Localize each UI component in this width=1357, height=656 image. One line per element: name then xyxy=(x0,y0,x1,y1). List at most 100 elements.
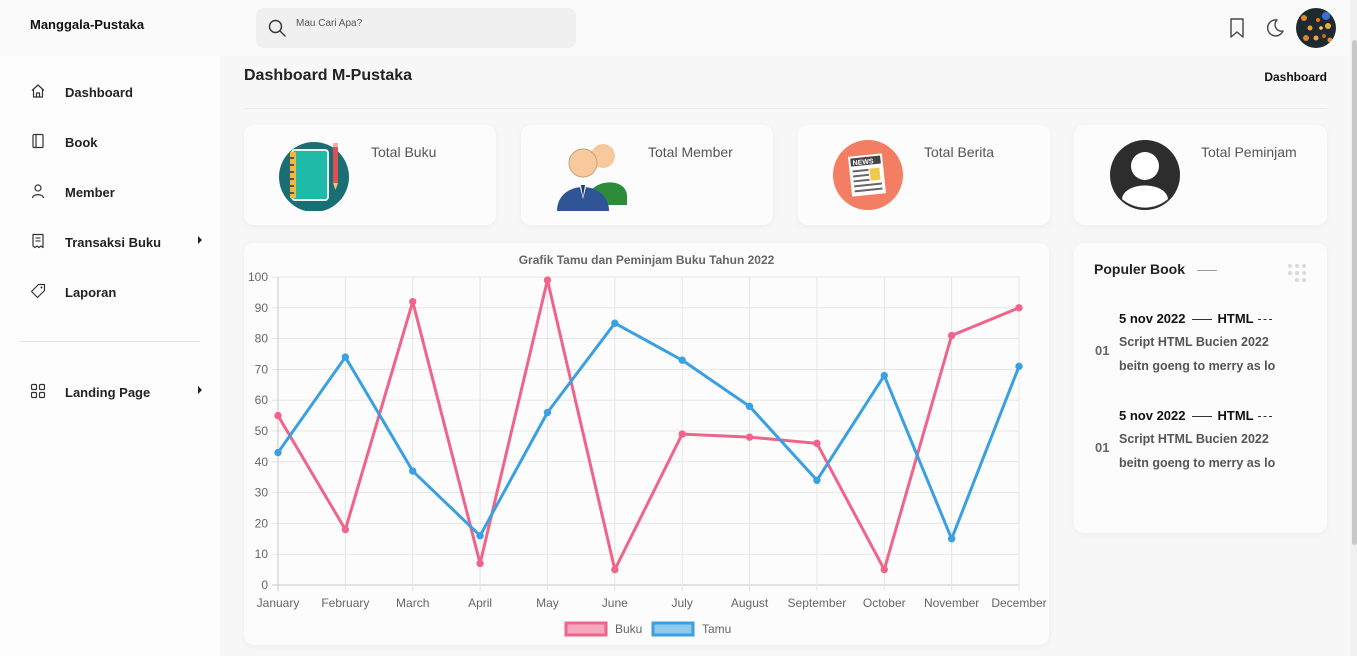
data-point-buku xyxy=(409,297,417,306)
data-point-tamu xyxy=(678,356,686,364)
legend-label-buku: Buku xyxy=(615,622,642,636)
notebook-icon xyxy=(279,142,349,211)
data-point-buku xyxy=(813,439,821,448)
page-title: Dashboard M-Pustaka xyxy=(244,67,413,84)
series-line-buku xyxy=(276,278,1020,572)
user-icon xyxy=(31,184,45,199)
line-chart: 0 10 20 30 40 50 60 70 80 90 100 January February Mar… xyxy=(248,270,1047,637)
x-tick-label: November xyxy=(924,596,979,610)
stat-label: Total Peminjam xyxy=(1201,144,1297,160)
y-tick-label: 70 xyxy=(255,362,269,376)
legend-swatch-tamu xyxy=(651,621,695,637)
dashed-line xyxy=(1257,416,1272,418)
y-tick-label: 50 xyxy=(255,424,269,438)
bookmark-icon[interactable] xyxy=(1228,18,1246,38)
brand-logo[interactable]: Manggala-Pustaka xyxy=(30,17,144,32)
sidebar-item-book[interactable]: Book xyxy=(20,127,210,157)
grid-icon xyxy=(30,383,46,399)
book-meta: 5 nov 2022 HTML xyxy=(1119,311,1272,326)
dots-grid-icon[interactable] xyxy=(1286,263,1310,285)
stat-card-total-berita[interactable]: NEWS Total Berita xyxy=(798,125,1050,225)
data-point-buku xyxy=(611,565,619,574)
book-title: Script HTML Bucien 2022 xyxy=(1119,335,1269,349)
y-tick-label: 60 xyxy=(255,393,269,407)
y-tick-label: 90 xyxy=(255,301,269,315)
data-point-tamu xyxy=(745,402,754,411)
sidebar-item-landing-page[interactable]: Landing Page xyxy=(20,377,210,407)
data-point-buku xyxy=(880,565,888,574)
book-desc: beitn goeng to merry as lo xyxy=(1119,359,1276,373)
y-tick-label: 80 xyxy=(255,332,269,346)
y-tick-label: 30 xyxy=(255,486,269,500)
book-desc: beitn goeng to merry as lo xyxy=(1119,456,1276,470)
x-tick-label: June xyxy=(602,596,628,610)
sidebar-item-laporan[interactable]: Laporan xyxy=(20,277,210,307)
stat-card-total-peminjam[interactable]: Total Peminjam xyxy=(1074,125,1327,225)
y-tick-label: 40 xyxy=(255,455,269,469)
x-tick-label: July xyxy=(672,596,693,610)
popular-book-item[interactable]: 01 5 nov 2022 HTML Script HTML Bucien 202… xyxy=(1094,408,1314,488)
data-point-tamu xyxy=(476,532,484,540)
sidebar-divider xyxy=(20,341,200,342)
legend-label-tamu: Tamu xyxy=(702,622,731,636)
data-point-buku xyxy=(1015,304,1023,312)
stat-card-total-member[interactable]: Total Member xyxy=(521,125,773,225)
data-point-buku xyxy=(476,559,484,568)
y-tick-label: 20 xyxy=(255,516,269,530)
x-tick-label: August xyxy=(731,596,769,610)
data-point-buku xyxy=(543,276,552,284)
separator-line xyxy=(1191,416,1212,418)
avatar-image xyxy=(1296,8,1336,48)
book-tag: HTML xyxy=(1217,311,1254,326)
x-tick-label: September xyxy=(788,596,847,610)
book-meta: 5 nov 2022 HTML xyxy=(1119,408,1272,423)
stat-label: Total Buku xyxy=(371,144,437,160)
stat-card-total-buku[interactable]: Total Buku xyxy=(244,125,496,225)
breadcrumb[interactable]: Dashboard xyxy=(1264,70,1327,84)
chevron-right-icon xyxy=(198,236,202,244)
sidebar-item-label: Landing Page xyxy=(65,385,151,400)
receipt-icon xyxy=(32,233,44,249)
members-icon xyxy=(557,144,627,211)
sidebar-item-member[interactable]: Member xyxy=(20,177,210,207)
popular-title: Populer Book xyxy=(1094,261,1186,277)
legend-swatch-buku xyxy=(564,621,608,637)
data-point-buku xyxy=(678,430,686,438)
data-point-tamu xyxy=(947,535,956,543)
borrower-icon xyxy=(1110,140,1180,210)
x-tick-label: May xyxy=(536,596,559,610)
search-icon xyxy=(268,19,286,37)
chevron-right-icon xyxy=(198,386,202,394)
stat-label: Total Member xyxy=(648,144,733,160)
data-point-tamu xyxy=(341,353,350,361)
title-line xyxy=(1197,270,1217,271)
popular-book-item[interactable]: 01 5 nov 2022 HTML Script HTML Bucien 202… xyxy=(1094,311,1314,391)
book-tag: HTML xyxy=(1217,408,1254,423)
sidebar-item-label: Dashboard xyxy=(65,85,133,100)
dashed-line xyxy=(1257,319,1272,321)
book-date: 5 nov 2022 xyxy=(1119,311,1186,326)
search-input[interactable] xyxy=(296,8,566,48)
data-point-buku xyxy=(947,331,956,340)
sidebar-item-label: Member xyxy=(65,185,115,200)
sidebar-item-label: Laporan xyxy=(65,285,117,300)
x-tick-label: April xyxy=(468,596,492,610)
user-avatar[interactable] xyxy=(1296,8,1336,48)
search-box[interactable] xyxy=(256,8,576,48)
sidebar-item-label: Book xyxy=(65,135,98,150)
separator-line xyxy=(1191,319,1212,321)
x-tick-label: February xyxy=(321,596,369,610)
moon-icon[interactable] xyxy=(1266,18,1284,38)
book-icon xyxy=(32,133,44,149)
sidebar-item-dashboard[interactable]: Dashboard xyxy=(20,77,210,107)
x-tick-label: January xyxy=(257,596,300,610)
news-icon: NEWS xyxy=(833,140,903,210)
book-rank: 01 xyxy=(1095,343,1110,358)
top-bar: Manggala-Pustaka xyxy=(0,0,1357,56)
sidebar: Dashboard Book Member Transaksi Buku Lap xyxy=(0,56,220,656)
x-tick-label: December xyxy=(991,596,1046,610)
data-point-tamu xyxy=(611,319,619,327)
data-point-tamu xyxy=(409,467,417,475)
scrollbar-thumb[interactable] xyxy=(1352,40,1357,545)
sidebar-item-transaksi-buku[interactable]: Transaksi Buku xyxy=(20,227,210,257)
